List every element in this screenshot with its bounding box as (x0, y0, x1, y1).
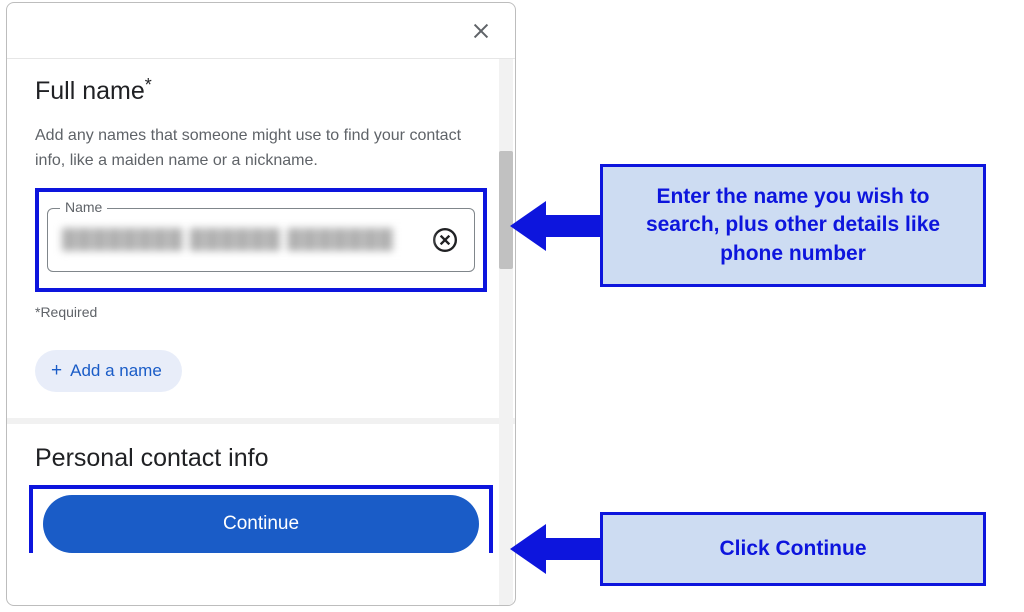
annotation-highlight-continue: Continue (29, 485, 493, 553)
plus-icon: + (51, 360, 62, 382)
section-divider (7, 418, 515, 424)
callout-enter-name: Enter the name you wish to search, plus … (510, 164, 986, 287)
dialog-body: Full name* Add any names that someone mi… (7, 59, 515, 605)
full-name-description: Add any names that someone might use to … (35, 124, 465, 174)
callout-enter-name-text: Enter the name you wish to search, plus … (600, 164, 986, 287)
name-field-label: Name (60, 199, 107, 215)
full-name-heading: Full name* (35, 77, 487, 106)
close-icon (470, 20, 492, 42)
contact-info-heading: Personal contact info (35, 444, 487, 473)
callout-click-continue: Click Continue (510, 512, 986, 586)
arrow-left-icon (510, 195, 600, 257)
name-input-container[interactable]: Name (47, 208, 475, 272)
full-name-heading-text: Full name (35, 77, 145, 105)
clear-icon (432, 227, 458, 253)
close-button[interactable] (467, 17, 495, 45)
clear-input-button[interactable] (430, 225, 460, 255)
add-name-label: Add a name (70, 361, 162, 381)
callout-click-continue-text: Click Continue (600, 512, 986, 586)
continue-button[interactable]: Continue (43, 495, 479, 553)
arrow-left-icon (510, 518, 600, 580)
required-asterisk: * (145, 75, 152, 95)
annotation-highlight-name-input: Name (35, 188, 487, 292)
add-name-button[interactable]: + Add a name (35, 350, 182, 392)
name-input[interactable] (62, 228, 430, 251)
dialog-panel: Full name* Add any names that someone mi… (6, 2, 516, 606)
dialog-header (7, 3, 515, 59)
required-note: *Required (35, 304, 487, 320)
